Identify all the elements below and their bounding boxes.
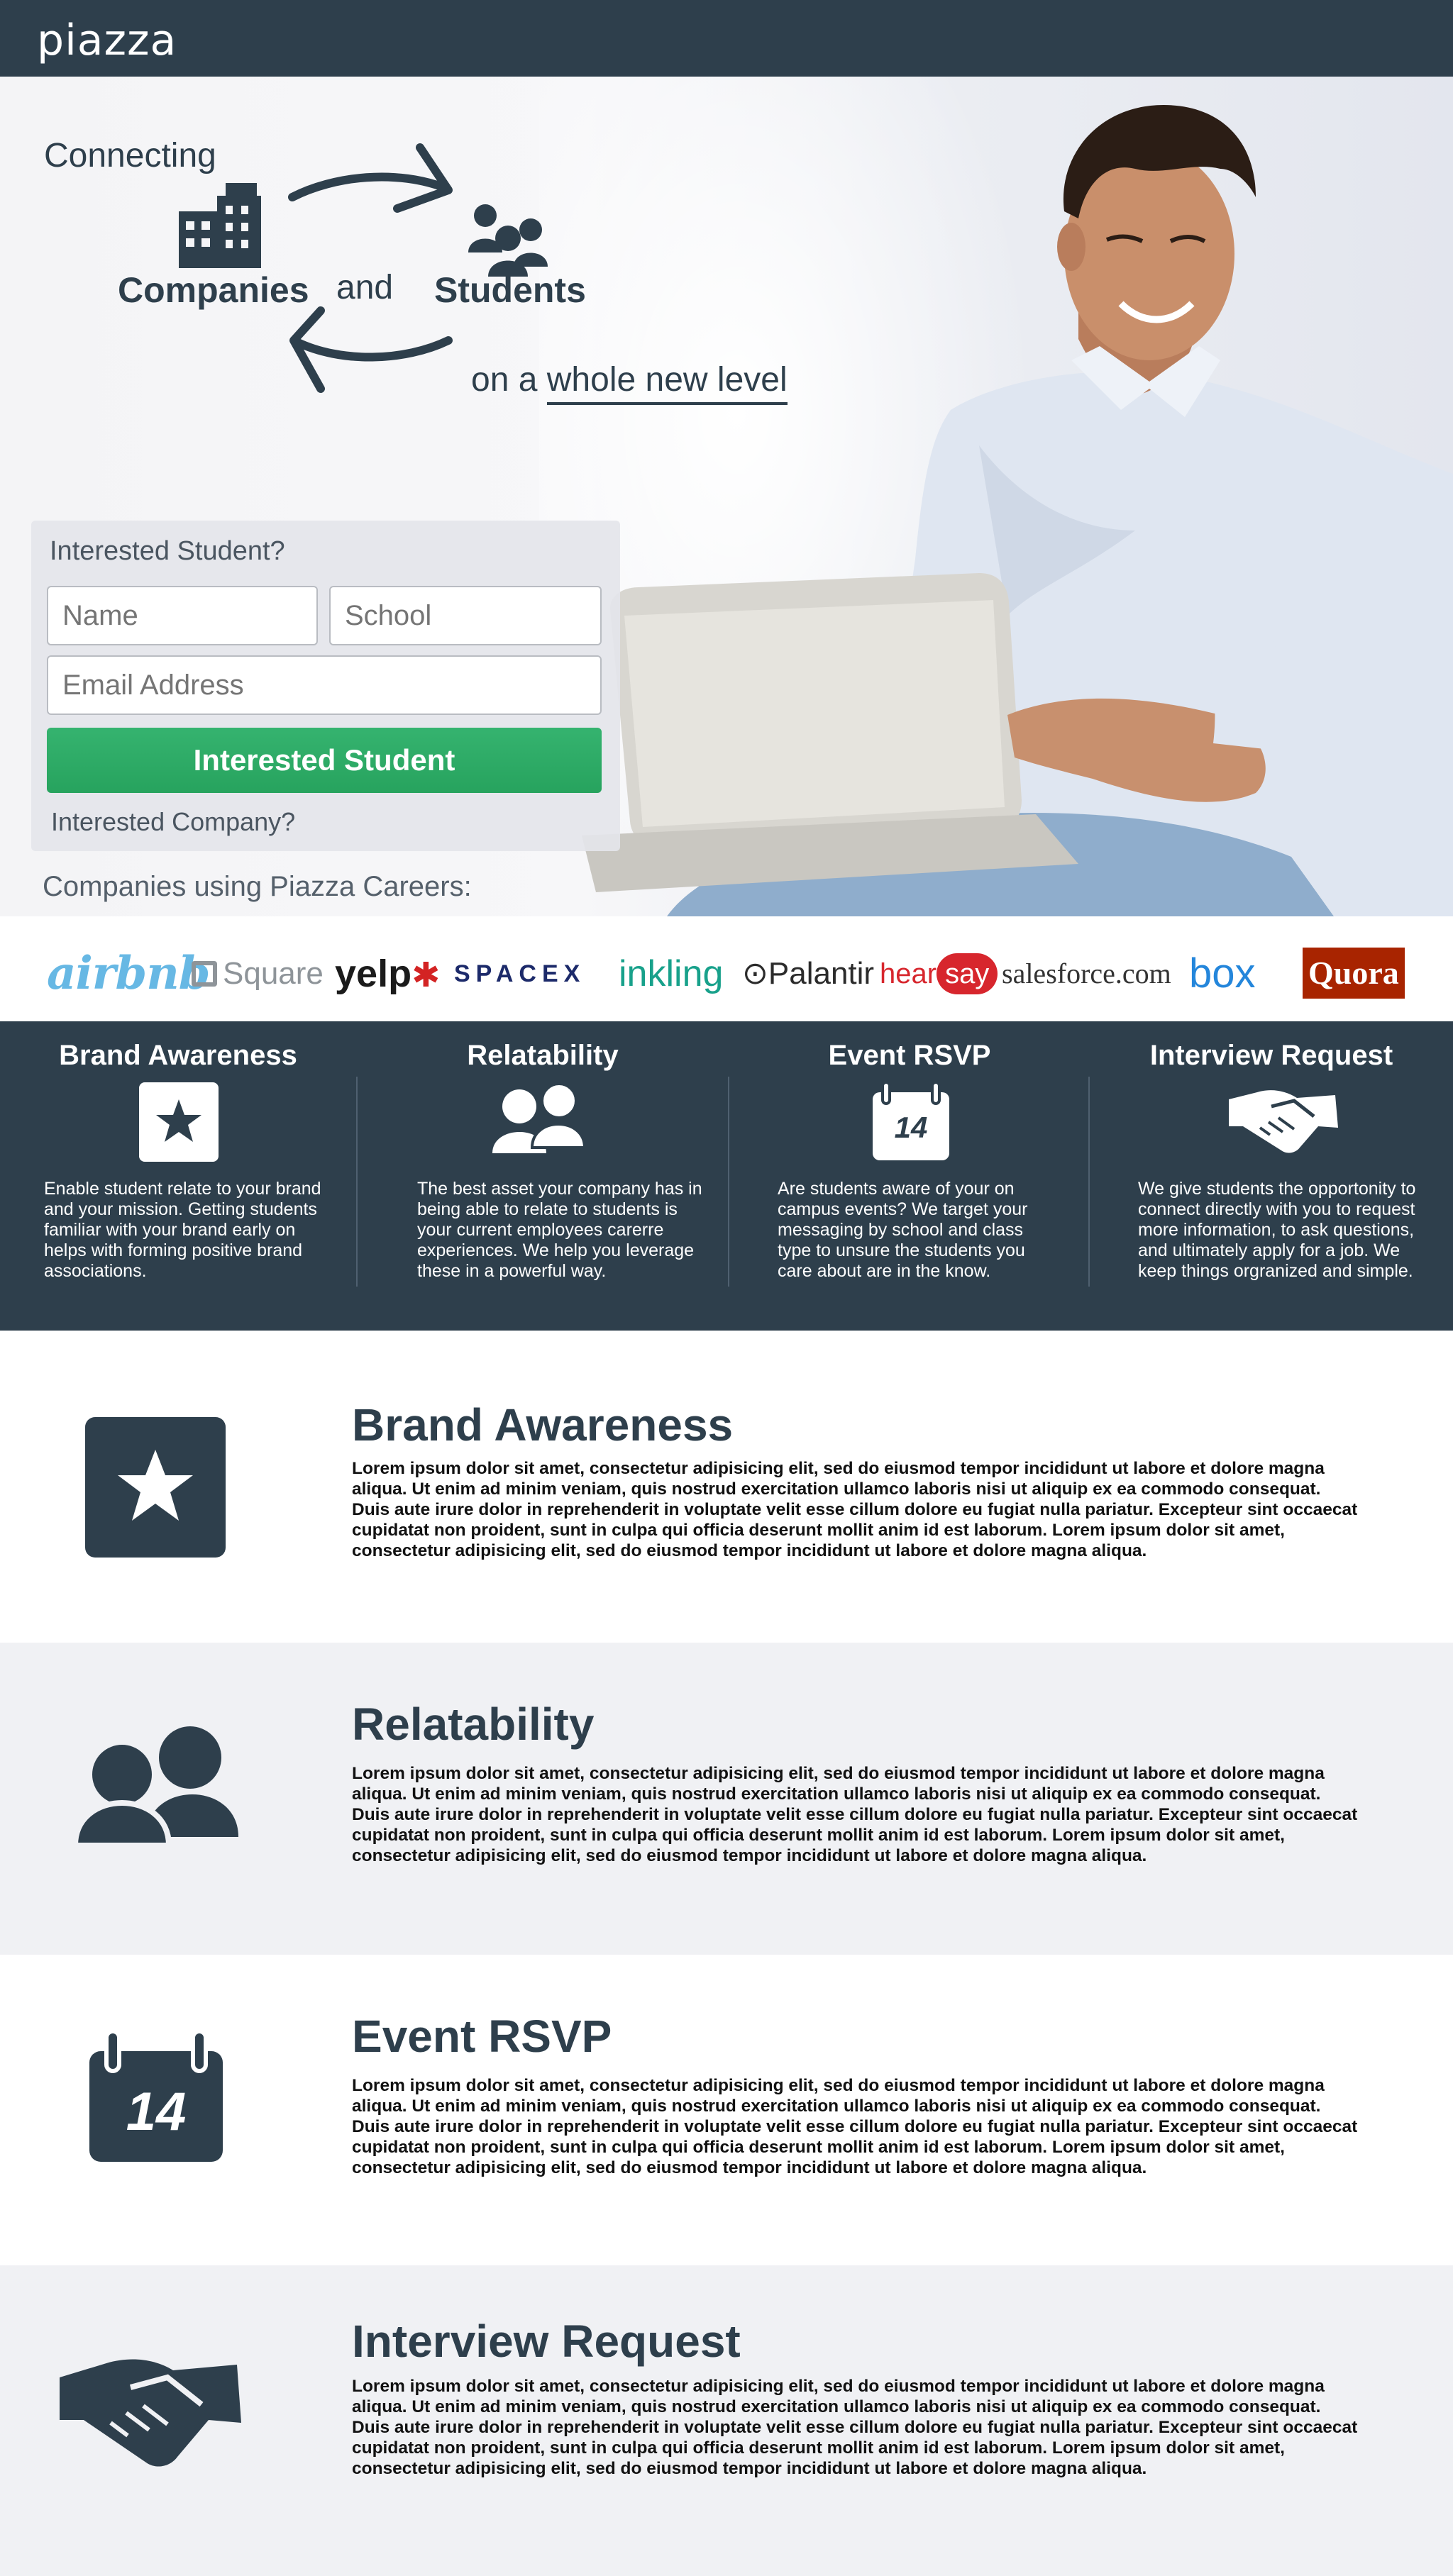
company-logo-strip: airbnb Square yelp✱ SPACEX inkling ⊙Pala…: [0, 926, 1453, 1021]
section-body: Lorem ipsum dolor sit amet, consectetur …: [352, 2377, 1358, 2478]
hearsay-logo-text-1: hear: [880, 958, 937, 989]
calendar-icon: 14: [88, 2031, 224, 2163]
section-title: Brand Awareness: [352, 1399, 734, 1450]
section-title: Event RSVP: [352, 2011, 612, 2062]
feature-relatability: Relatability The best asset your company…: [358, 1021, 728, 1331]
feature-text: Enable student relate to your brand and …: [44, 1179, 321, 1281]
form-title: Interested Student?: [50, 536, 285, 566]
hearsay-logo-text-2: say: [937, 953, 998, 994]
palantir-mark-icon: ⊙: [742, 956, 768, 991]
feature-title: Brand Awareness: [59, 1040, 297, 1071]
calendar-day: 14: [894, 1111, 928, 1144]
feature-title: Event RSVP: [828, 1040, 991, 1071]
section-relatability: Relatability Lorem ipsum dolor sit amet,…: [0, 1643, 1453, 1955]
feature-interview-request: Interview Request We give students the o…: [1090, 1021, 1453, 1331]
feature-title: Relatability: [467, 1040, 619, 1071]
section-event-rsvp: 14 Event RSVP Lorem ipsum dolor sit amet…: [0, 1955, 1453, 2265]
tagline-and: and: [336, 269, 394, 306]
school-input[interactable]: [329, 586, 602, 645]
yelp-logo: yelp✱: [335, 926, 440, 1021]
salesforce-logo: salesforce.com: [1002, 957, 1171, 989]
star-icon: [139, 1082, 219, 1162]
arrow-left-icon: [292, 336, 453, 362]
star-icon: [85, 1417, 226, 1558]
tagline-on-a: on a: [471, 361, 538, 399]
top-navbar: piazza: [0, 0, 1453, 77]
tagline-connecting: Connecting: [44, 137, 216, 174]
section-body: Lorem ipsum dolor sit amet, consectetur …: [352, 1764, 1358, 1865]
name-input[interactable]: [47, 586, 318, 645]
section-brand-awareness: Brand Awareness Lorem ipsum dolor sit am…: [0, 1331, 1453, 1643]
square-mark-icon: [192, 961, 217, 987]
section-body: Lorem ipsum dolor sit amet, consectetur …: [352, 2076, 1358, 2177]
interested-company-link[interactable]: Interested Company?: [51, 807, 295, 837]
feature-brand-awareness: Brand Awareness Enable student relate to…: [0, 1021, 356, 1331]
people-icon: [492, 1082, 585, 1153]
handshake-icon: [1229, 1090, 1338, 1153]
square-logo-text: Square: [223, 956, 324, 991]
tagline-students: Students: [434, 270, 586, 310]
calendar-day: 14: [126, 2082, 187, 2142]
interested-student-button[interactable]: Interested Student: [47, 728, 602, 793]
airbnb-logo: airbnb: [47, 947, 211, 1000]
quora-logo: Quora: [1303, 948, 1405, 999]
calendar-icon: 14: [871, 1082, 951, 1162]
feature-text: The best asset your company has in being…: [417, 1179, 702, 1281]
feature-text: Are students aware of your on campus eve…: [778, 1179, 1028, 1281]
section-body: Lorem ipsum dolor sit amet, consectetur …: [352, 1459, 1358, 1560]
palantir-logo: ⊙Palantir: [742, 926, 874, 1021]
yelp-burst-icon: ✱: [411, 957, 441, 994]
section-interview-request: Interview Request Lorem ipsum dolor sit …: [0, 2265, 1453, 2576]
spacex-logo: SPACEX: [454, 960, 586, 987]
palantir-logo-text: Palantir: [768, 956, 875, 991]
tagline-companies: Companies: [118, 270, 309, 310]
companies-using-label: Companies using Piazza Careers:: [43, 871, 472, 902]
hearsay-logo: hear say: [880, 926, 998, 1021]
features-band: Brand Awareness Enable student relate to…: [0, 1021, 1453, 1331]
students-group-icon: [468, 204, 548, 277]
student-signup-form: Interested Student? Interested Student I…: [31, 521, 620, 851]
arrow-right-icon: [288, 172, 451, 201]
tagline-whole-new-level: whole new level: [546, 360, 788, 405]
tagline-level: on a whole new level: [471, 360, 788, 405]
yelp-logo-text: yelp: [335, 953, 412, 995]
feature-event-rsvp: Event RSVP 14 Are students aware of your…: [729, 1021, 1090, 1331]
handshake-icon: [60, 2359, 241, 2467]
people-icon: [75, 1726, 238, 1845]
section-title: Relatability: [352, 1699, 595, 1750]
piazza-logo[interactable]: piazza: [37, 16, 177, 65]
hero-section: Connecting Companies and Students on a w…: [0, 77, 1453, 916]
section-title: Interview Request: [352, 2316, 741, 2367]
box-logo: box: [1189, 950, 1256, 996]
email-input[interactable]: [47, 655, 602, 715]
inkling-logo: inkling: [619, 953, 724, 994]
feature-text: We give students the opportonity to conn…: [1138, 1179, 1416, 1281]
buildings-icon: [179, 183, 261, 268]
square-logo: Square: [192, 926, 324, 1021]
feature-title: Interview Request: [1149, 1040, 1393, 1071]
